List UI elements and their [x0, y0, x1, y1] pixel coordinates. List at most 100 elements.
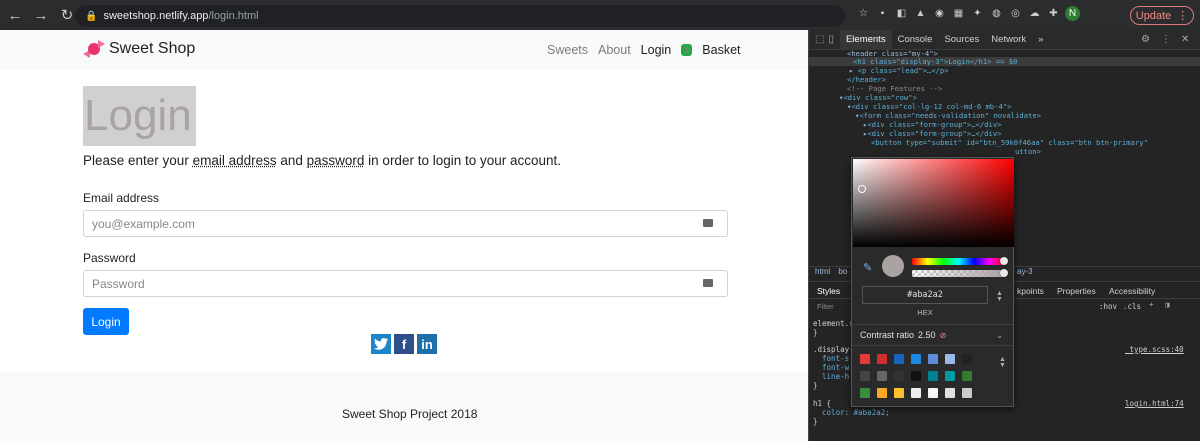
breadcrumb-h1[interactable]: ay-3	[1017, 267, 1033, 276]
hue-slider[interactable]	[912, 258, 1005, 265]
extension-icon[interactable]: ◎	[1008, 6, 1023, 21]
source-link[interactable]: _type.scss:40	[1125, 345, 1184, 354]
dom-line[interactable]: ▸<div class="form-group">…</div>	[863, 129, 1001, 138]
close-icon[interactable]: ✕	[1181, 34, 1189, 45]
tab-sources[interactable]: Sources	[938, 34, 985, 45]
palette-swatch[interactable]	[877, 354, 887, 364]
dom-line[interactable]: ▸ <p class="lead">…</p>	[849, 66, 949, 75]
palette-swatch[interactable]	[877, 388, 887, 398]
dom-line-selected[interactable]: <h1 class="display-3">Login</h1> == $0	[809, 57, 1200, 66]
cls-toggle[interactable]: .cls	[1123, 302, 1141, 311]
format-toggle-icon[interactable]: ▲ ▼	[996, 290, 1003, 303]
dom-line[interactable]: </header>	[847, 75, 886, 84]
extension-icon[interactable]: ◍	[989, 6, 1004, 21]
dom-line[interactable]: ▸<div class="form-group">…</div>	[863, 120, 1001, 129]
style-rule[interactable]: h1 {	[813, 399, 831, 408]
style-rule[interactable]: .display-	[813, 345, 854, 354]
puzzle-icon[interactable]: ✚	[1046, 6, 1061, 21]
extension-icon[interactable]: ◧	[894, 6, 909, 21]
hov-toggle[interactable]: :hov	[1099, 302, 1117, 311]
brand-link[interactable]: Sweet Shop	[83, 40, 195, 58]
palette-swatch[interactable]	[945, 371, 955, 381]
filter-input[interactable]: Filter	[817, 302, 834, 311]
palette-swatch[interactable]	[911, 371, 921, 381]
dom-line[interactable]: <button type="submit" id="btn_59k0f46aa"…	[871, 138, 1148, 147]
palette-swatch[interactable]	[962, 371, 972, 381]
style-rule[interactable]: element.s	[813, 319, 854, 328]
palette-swatch[interactable]	[894, 354, 904, 364]
tab-console[interactable]: Console	[892, 34, 939, 45]
autofill-icon[interactable]	[703, 219, 713, 227]
tab-styles[interactable]: Styles	[817, 286, 840, 296]
extension-icon[interactable]: ▪	[875, 6, 890, 21]
profile-avatar[interactable]: N	[1065, 6, 1080, 21]
forward-icon[interactable]: →	[30, 4, 52, 26]
dom-line[interactable]: ▾<div class="row">	[839, 93, 917, 102]
style-prop[interactable]: font-w	[813, 363, 849, 372]
extension-icon[interactable]: ▦	[951, 6, 966, 21]
nav-link-basket[interactable]: 1 Basket	[681, 43, 741, 57]
palette-swatch[interactable]	[911, 388, 921, 398]
palette-swatch[interactable]	[928, 371, 938, 381]
extension-icon[interactable]: ◉	[932, 6, 947, 21]
login-button[interactable]: Login	[83, 308, 129, 335]
color-cursor[interactable]	[858, 185, 866, 193]
palette-swatch[interactable]	[894, 371, 904, 381]
palette-swatch[interactable]	[894, 388, 904, 398]
tab-elements[interactable]: Elements	[839, 29, 892, 50]
palette-swatch[interactable]	[877, 371, 887, 381]
palette-switch-icon[interactable]: ▲ ▼	[999, 356, 1006, 369]
alpha-knob[interactable]	[1000, 269, 1008, 277]
tab-accessibility[interactable]: Accessibility	[1109, 286, 1155, 296]
nav-link-sweets[interactable]: Sweets	[547, 43, 588, 57]
linkedin-icon[interactable]: in	[417, 334, 437, 354]
palette-swatch[interactable]	[860, 354, 870, 364]
saturation-value-area[interactable]	[853, 159, 1014, 247]
device-toggle-icon[interactable]: ▯	[828, 34, 834, 45]
breadcrumb-body[interactable]: bo	[838, 267, 847, 276]
palette-swatch[interactable]	[962, 388, 972, 398]
extension-icon[interactable]: ✦	[970, 6, 985, 21]
more-tabs-icon[interactable]: »	[1032, 34, 1049, 45]
palette-swatch[interactable]	[911, 354, 921, 364]
style-prop[interactable]: line-h	[813, 372, 849, 381]
hex-input[interactable]: #aba2a2	[862, 286, 988, 304]
settings-gear-icon[interactable]: ⚙	[1141, 34, 1150, 45]
chevron-down-icon[interactable]: ⌄	[996, 331, 1003, 340]
back-icon[interactable]: ←	[4, 4, 26, 26]
email-field[interactable]: you@example.com	[83, 210, 728, 237]
palette-swatch[interactable]	[860, 388, 870, 398]
palette-swatch[interactable]	[860, 371, 870, 381]
alpha-slider[interactable]	[912, 270, 1005, 277]
password-field[interactable]: Password	[83, 270, 728, 297]
update-button[interactable]: Update ⋮	[1130, 6, 1194, 25]
tab-properties[interactable]: Properties	[1057, 286, 1096, 296]
bookmark-star-icon[interactable]: ☆	[856, 6, 871, 21]
palette-swatch[interactable]	[945, 388, 955, 398]
facebook-icon[interactable]: f	[394, 334, 414, 354]
palette-swatch[interactable]	[945, 354, 955, 364]
style-prop-color[interactable]: color: #aba2a2;	[813, 408, 890, 417]
dom-comment[interactable]: <!-- Page Features -->	[847, 84, 942, 93]
extension-icon[interactable]: ☁	[1027, 6, 1042, 21]
style-prop[interactable]: font-s	[813, 354, 849, 363]
breadcrumb-html[interactable]: html	[815, 267, 830, 276]
dom-line[interactable]: utton>	[1015, 147, 1041, 156]
add-rule-icon[interactable]: +	[1149, 300, 1154, 309]
sidebar-toggle-icon[interactable]: ◨	[1165, 300, 1170, 309]
tab-network[interactable]: Network	[985, 34, 1032, 45]
dom-line[interactable]: ▾<div class="col-lg-12 col-md-6 mb-4">	[847, 102, 1011, 111]
twitter-icon[interactable]	[371, 334, 391, 354]
palette-swatch[interactable]	[928, 354, 938, 364]
tab-breakpoints[interactable]: kpoints	[1017, 286, 1044, 296]
palette-swatch[interactable]	[962, 354, 972, 364]
inspect-icon[interactable]: ⬚	[815, 34, 824, 45]
contrast-ratio-row[interactable]: Contrast ratio 2.50 ⊘ ⌄	[852, 324, 1013, 346]
more-vert-icon[interactable]: ⋮	[1161, 34, 1171, 45]
extension-icon[interactable]: ▲	[913, 6, 928, 21]
eyedropper-icon[interactable]: ✎	[863, 261, 872, 274]
nav-link-about[interactable]: About	[598, 43, 631, 57]
nav-link-login[interactable]: Login	[641, 43, 672, 57]
source-link[interactable]: login.html:74	[1125, 399, 1184, 408]
hue-knob[interactable]	[1000, 257, 1008, 265]
